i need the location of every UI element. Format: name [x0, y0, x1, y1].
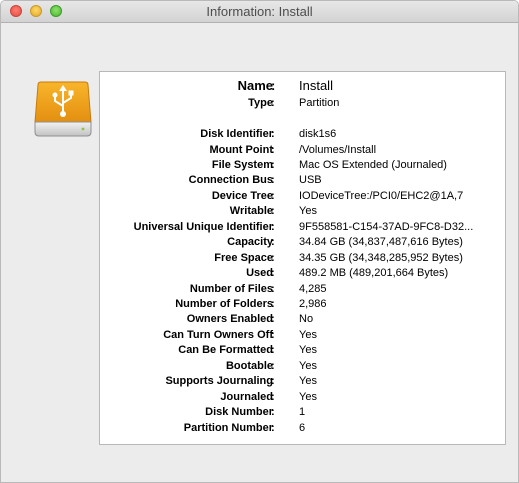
- info-value: 1: [299, 406, 306, 419]
- info-value: IODeviceTree:/PCI0/EHC2@1A,7: [299, 189, 464, 202]
- info-label: Supports Journaling: [165, 375, 273, 388]
- info-label: Can Turn Owners Off: [163, 328, 273, 341]
- info-row: Disk Identifier: disk1s6: [100, 126, 505, 142]
- info-label: File System: [211, 158, 273, 171]
- info-value: 6: [299, 421, 306, 434]
- info-row: Number of Files: 4,285: [100, 281, 505, 297]
- info-row: Can Be Formatted: Yes: [100, 342, 505, 358]
- info-row: Disk Number: 1: [100, 404, 505, 420]
- info-label: Mount Point: [209, 143, 273, 156]
- info-label: Owners Enabled: [186, 313, 273, 326]
- info-label: Partition Number: [183, 421, 273, 434]
- info-row-name: Name : Install: [100, 78, 505, 94]
- info-row: Owners Enabled: No: [100, 311, 505, 327]
- info-label: Device Tree: [211, 189, 273, 202]
- info-label: Journaled: [220, 390, 273, 403]
- info-colon: :: [271, 251, 275, 264]
- info-label: Connection Bus: [188, 174, 273, 187]
- info-label: Disk Identifier: [200, 128, 273, 140]
- info-value: Mac OS Extended (Journaled): [299, 158, 447, 171]
- info-value: 9F558581-C154-37AD-9FC8-D32...: [299, 220, 474, 233]
- info-value: 34.84 GB (34,837,487,616 Bytes): [299, 236, 463, 249]
- info-value: Partition: [299, 97, 340, 109]
- info-colon: :: [271, 174, 275, 187]
- info-row: Device Tree: IODeviceTree:/PCI0/EHC2@1A,7: [100, 188, 505, 204]
- info-colon: :: [271, 158, 275, 171]
- info-colon: :: [271, 282, 275, 295]
- info-value: Yes: [299, 328, 317, 341]
- info-row: Connection Bus: USB: [100, 172, 505, 188]
- info-colon: :: [271, 406, 275, 419]
- info-colon: :: [271, 390, 275, 403]
- info-colon: :: [271, 344, 275, 357]
- info-label: Free Space: [214, 251, 273, 264]
- info-value: Yes: [299, 390, 317, 403]
- info-row: Universal Unique Identifier: 9F558581-C15…: [100, 219, 505, 235]
- info-colon: :: [271, 220, 275, 233]
- info-panel: Name : Install Type : Partition Disk Ide…: [99, 71, 506, 445]
- info-colon: :: [271, 421, 275, 434]
- info-value: USB: [299, 174, 322, 187]
- info-row: Capacity: 34.84 GB (34,837,487,616 Bytes): [100, 234, 505, 250]
- info-label: Type: [248, 97, 273, 109]
- info-label: Universal Unique Identifier: [133, 220, 273, 233]
- info-row: Partition Number: 6: [100, 420, 505, 436]
- info-value: 34.35 GB (34,348,285,952 Bytes): [299, 251, 463, 264]
- info-value: 489.2 MB (489,201,664 Bytes): [299, 267, 449, 279]
- info-row: Used: 489.2 MB (489,201,664 Bytes): [100, 265, 505, 281]
- info-row: Can Turn Owners Off: Yes: [100, 327, 505, 343]
- info-label: Can Be Formatted: [178, 344, 273, 357]
- info-label: Used: [246, 267, 273, 279]
- window-title: Information: Install: [206, 4, 313, 19]
- info-label: Writable: [229, 205, 273, 218]
- info-label: Capacity: [227, 236, 273, 249]
- info-value: disk1s6: [299, 128, 337, 140]
- info-label: Disk Number: [205, 406, 273, 419]
- info-colon: :: [271, 143, 275, 156]
- info-colon: :: [271, 267, 275, 279]
- info-label: Bootable: [225, 359, 273, 372]
- info-row: Bootable: Yes: [100, 358, 505, 374]
- info-value: 4,285: [299, 282, 327, 295]
- info-value: /Volumes/Install: [299, 143, 377, 156]
- info-row: Writable: Yes: [100, 203, 505, 219]
- info-value: 2,986: [299, 297, 327, 310]
- info-value: Install: [299, 78, 333, 93]
- info-label: Name: [237, 78, 273, 93]
- info-label: Number of Folders: [175, 297, 273, 310]
- info-value: Yes: [299, 375, 317, 388]
- info-value: No: [299, 313, 314, 326]
- info-colon: :: [271, 328, 275, 341]
- info-colon: :: [271, 313, 275, 326]
- info-colon: :: [271, 297, 275, 310]
- info-row: Free Space: 34.35 GB (34,348,285,952 Byte…: [100, 250, 505, 266]
- info-value: Yes: [299, 205, 317, 218]
- info-label: Number of Files: [189, 282, 273, 295]
- info-row-type: Type : Partition: [100, 95, 505, 111]
- info-window: Information: Install Name: Install Type…: [0, 0, 519, 483]
- info-row: Journaled: Yes: [100, 389, 505, 405]
- info-colon: :: [271, 375, 275, 388]
- info-colon: :: [271, 189, 275, 202]
- info-colon: :: [271, 205, 275, 218]
- info-colon: :: [271, 128, 275, 140]
- info-colon: :: [271, 97, 275, 109]
- info-row: Mount Point: /Volumes/Install: [100, 142, 505, 158]
- info-row: File System: Mac OS Extended (Journaled): [100, 157, 505, 173]
- info-value: Yes: [299, 344, 317, 357]
- info-row: Supports Journaling: Yes: [100, 373, 505, 389]
- info-colon: :: [271, 78, 276, 93]
- info-value: Yes: [299, 359, 317, 372]
- info-row: Number of Folders: 2,986: [100, 296, 505, 312]
- info-colon: :: [271, 359, 275, 372]
- title-bar[interactable]: Information: Install: [1, 1, 518, 23]
- info-colon: :: [271, 236, 275, 249]
